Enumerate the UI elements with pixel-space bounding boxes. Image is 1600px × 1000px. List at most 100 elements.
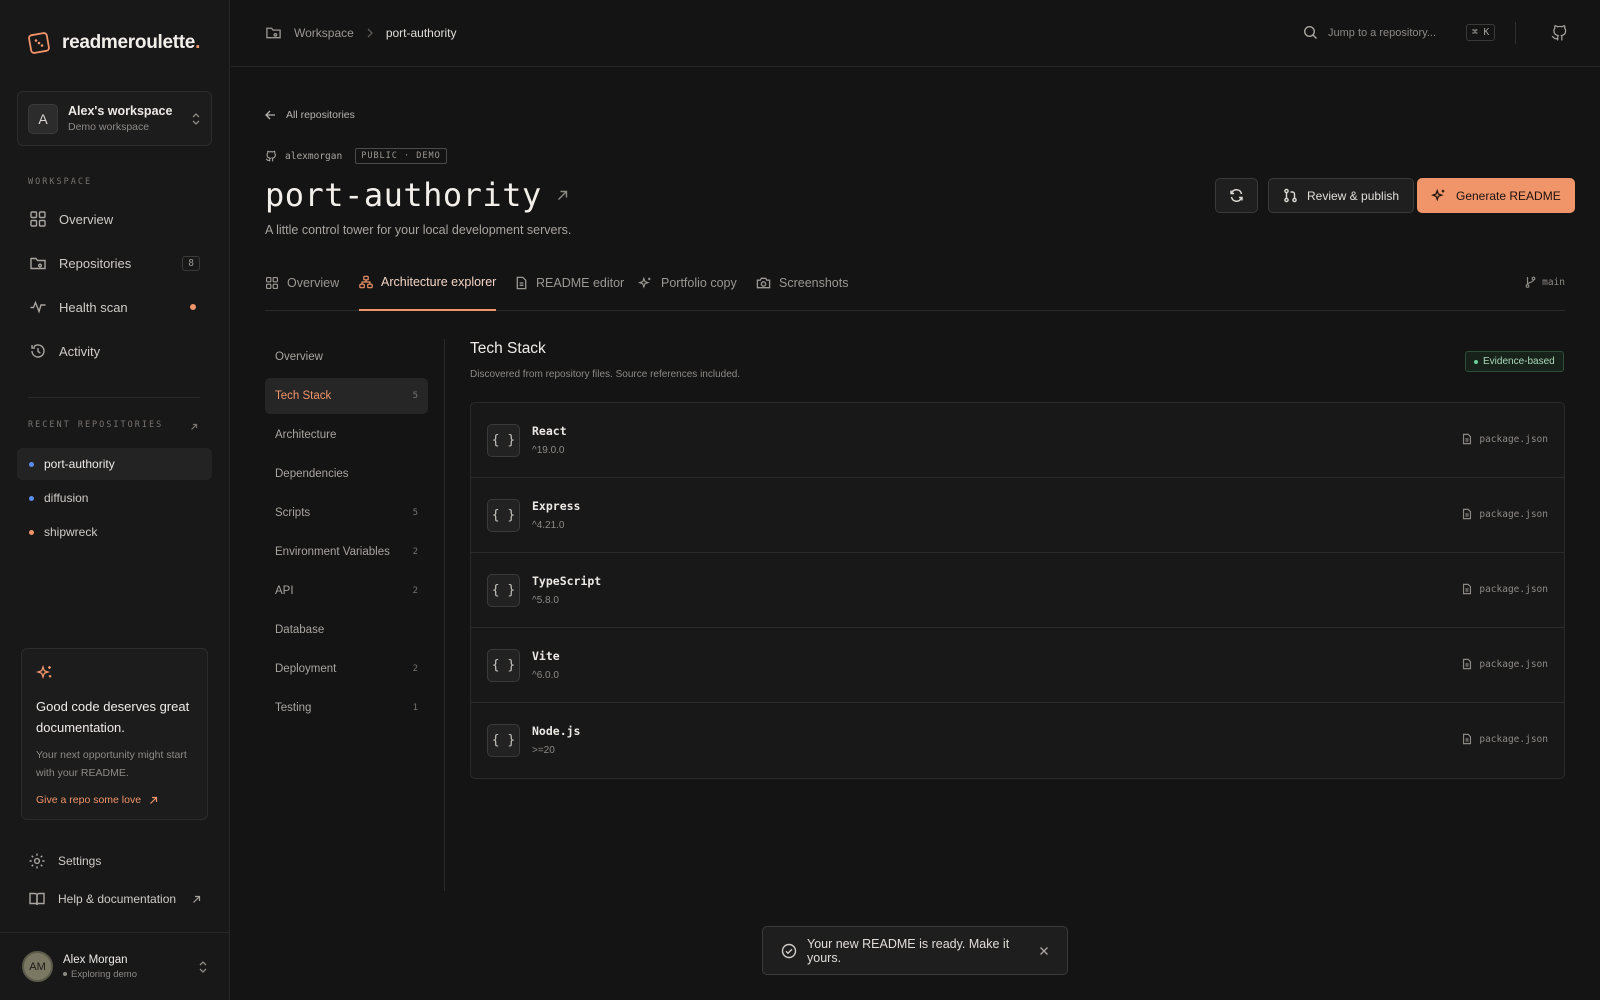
subnav-item-environment-variables[interactable]: Environment Variables 2	[265, 534, 428, 570]
list-item[interactable]: { } React ^19.0.0 package.json	[471, 403, 1564, 478]
health-alert-dot	[190, 304, 196, 310]
sidebar-item-overview[interactable]: Overview	[17, 201, 212, 237]
folder-git-icon	[265, 24, 282, 41]
user-name: Alex Morgan	[63, 953, 128, 966]
gear-icon	[28, 852, 46, 870]
arrow-up-right-icon	[149, 796, 158, 805]
branch-indicator[interactable]: main	[1525, 276, 1565, 288]
braces-icon: { }	[487, 499, 520, 532]
list-item[interactable]: { } Vite ^6.0.0 package.json	[471, 628, 1564, 703]
workspace-switcher[interactable]: A Alex's workspace Demo workspace	[17, 91, 212, 146]
brand-logo[interactable]: readmeroulette.	[28, 32, 200, 54]
sidebar-item-label: Overview	[59, 211, 114, 227]
subnav-item-scripts[interactable]: Scripts 5	[265, 495, 428, 531]
recent-repo-diffusion[interactable]: diffusion	[17, 482, 212, 514]
subnav-item-overview[interactable]: Overview	[265, 339, 428, 375]
subnav-item-tech-stack[interactable]: Tech Stack 5	[265, 378, 428, 414]
top-bar: Workspace port-authority Jump to a repos…	[231, 0, 1600, 67]
source-reference[interactable]: package.json	[1462, 583, 1548, 595]
toast-notification: Your new README is ready. Make it yours.	[762, 926, 1068, 975]
tab-overview[interactable]: Overview	[265, 261, 339, 311]
recent-repo-shipwreck[interactable]: shipwreck	[17, 516, 212, 548]
hierarchy-icon	[359, 275, 373, 289]
file-icon	[1462, 433, 1472, 445]
list-item[interactable]: { } TypeScript ^5.8.0 package.json	[471, 553, 1564, 628]
list-item[interactable]: { } Express ^4.21.0 package.json	[471, 478, 1564, 553]
help-documentation-link[interactable]: Help & documentation	[17, 883, 212, 915]
brand-name: readmeroulette.	[62, 32, 201, 53]
sidebar-item-label: Repositories	[59, 255, 132, 271]
review-publish-button[interactable]: Review & publish	[1268, 178, 1415, 213]
generate-readme-button[interactable]: Generate README	[1417, 178, 1575, 213]
github-icon	[265, 150, 277, 162]
braces-icon: { }	[487, 724, 520, 757]
visibility-badge: PUBLIC · DEMO	[355, 148, 447, 164]
folder-git-icon	[29, 254, 47, 272]
subnav-item-architecture[interactable]: Architecture	[265, 417, 428, 453]
git-pull-request-icon	[1283, 188, 1298, 203]
user-status: Exploring demo	[63, 969, 198, 980]
sparkles-icon	[1431, 188, 1447, 204]
list-item[interactable]: { } Node.js >=20 package.json	[471, 703, 1564, 778]
subnav-item-deployment[interactable]: Deployment 2	[265, 651, 428, 687]
panel-subtitle: Discovered from repository files. Source…	[470, 369, 741, 380]
subnav-item-testing[interactable]: Testing 1	[265, 690, 428, 726]
refresh-button[interactable]	[1215, 178, 1258, 213]
recent-repo-label: port-authority	[44, 457, 115, 471]
sidebar-item-health-scan[interactable]: Health scan	[17, 289, 212, 325]
architecture-subnav: Overview Tech Stack 5 Architecture Depend…	[265, 339, 445, 891]
back-to-repositories-link[interactable]: All repositories	[265, 109, 355, 121]
repo-name: port-authority	[265, 176, 542, 214]
book-icon	[28, 890, 46, 908]
recent-repo-port-authority[interactable]: port-authority	[17, 448, 212, 480]
github-icon[interactable]	[1551, 24, 1568, 41]
user-menu[interactable]: AM Alex Morgan Exploring demo	[0, 932, 230, 1000]
avatar: AM	[22, 951, 53, 982]
panel-title: Tech Stack	[470, 340, 546, 357]
git-branch-icon	[1525, 276, 1536, 288]
breadcrumb: Workspace port-authority	[265, 24, 457, 41]
close-icon[interactable]	[1039, 946, 1049, 956]
camera-icon	[756, 276, 771, 290]
pulse-icon	[29, 298, 47, 316]
workspace-subtitle: Demo workspace	[68, 121, 150, 133]
sidebar-item-activity[interactable]: Activity	[17, 333, 212, 369]
source-reference[interactable]: package.json	[1462, 433, 1548, 445]
source-reference[interactable]: package.json	[1462, 658, 1548, 670]
repo-status-dot	[29, 495, 34, 501]
tech-stack-list: { } React ^19.0.0 package.json { } Expre…	[470, 402, 1565, 779]
repository-search[interactable]: Jump to a repository... ⌘ K	[1303, 24, 1496, 41]
tab-portfolio-copy[interactable]: Portfolio copy	[638, 261, 737, 311]
promo-link[interactable]: Give a repo some love	[36, 794, 193, 806]
section-label-recent: RECENT REPOSITORIES	[28, 420, 164, 430]
source-reference[interactable]: package.json	[1462, 508, 1548, 520]
braces-icon: { }	[487, 649, 520, 682]
external-link-icon[interactable]	[556, 189, 569, 202]
tab-readme-editor[interactable]: README editor	[515, 261, 624, 311]
sparkles-icon	[36, 664, 193, 682]
braces-icon: { }	[487, 424, 520, 457]
tech-name: React	[532, 424, 567, 438]
promo-title: Good code deserves great documentation.	[36, 699, 190, 735]
arrow-left-icon	[265, 110, 276, 120]
arrow-up-right-icon[interactable]	[190, 423, 198, 431]
breadcrumb-workspace[interactable]: Workspace	[294, 26, 354, 40]
dice-logo-icon	[28, 32, 50, 54]
subnav-item-api[interactable]: API 2	[265, 573, 428, 609]
tab-screenshots[interactable]: Screenshots	[756, 261, 848, 311]
repo-owner[interactable]: alexmorgan	[285, 151, 342, 162]
tech-name: Express	[532, 499, 581, 513]
settings-link[interactable]: Settings	[17, 845, 212, 877]
tab-architecture-explorer[interactable]: Architecture explorer	[359, 261, 497, 311]
search-icon	[1303, 25, 1318, 40]
file-icon	[1462, 658, 1472, 670]
search-input[interactable]: Jump to a repository...	[1328, 27, 1456, 39]
subnav-item-dependencies[interactable]: Dependencies	[265, 456, 428, 492]
repo-status-dot	[29, 461, 34, 467]
tech-name: Vite	[532, 649, 560, 663]
subnav-item-database[interactable]: Database	[265, 612, 428, 648]
chevron-up-down-icon	[191, 112, 201, 126]
sidebar-item-repositories[interactable]: Repositories 8	[17, 245, 212, 281]
tech-version: ^19.0.0	[532, 445, 565, 456]
source-reference[interactable]: package.json	[1462, 733, 1548, 745]
